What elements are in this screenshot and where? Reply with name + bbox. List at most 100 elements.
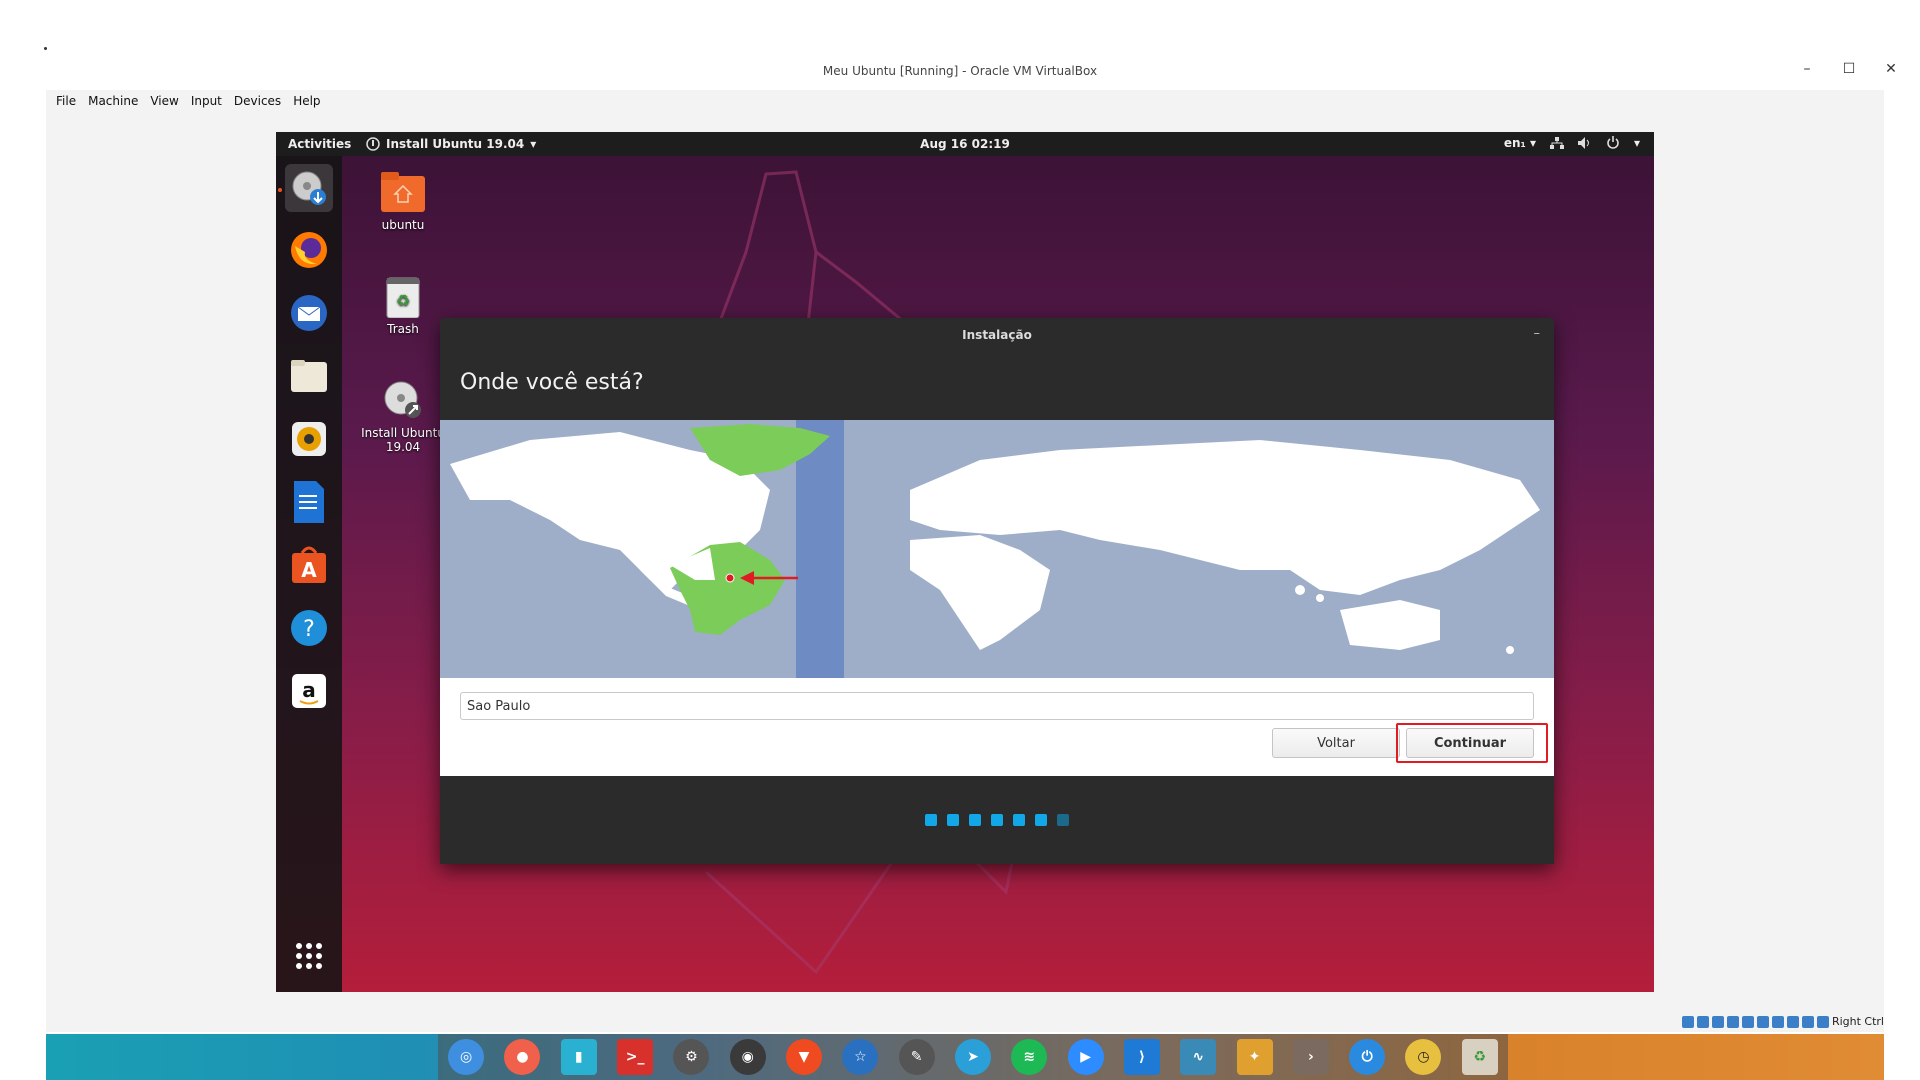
- desktop-icon-label: ubuntu: [381, 218, 425, 232]
- dock-rhythmbox[interactable]: [285, 415, 333, 463]
- svg-text:a: a: [302, 678, 316, 702]
- dock-amazon[interactable]: a: [285, 667, 333, 715]
- host-taskbar: ◎ ● ▮ >_ ⚙ ◉ ▼ ☆ ✎ ➤ ≋ ▶ ⟩ ∿ ✦ › ⏻ ◷ ♻: [46, 1034, 1884, 1080]
- system-tray: en₁ ▾ ▾: [1504, 136, 1640, 150]
- svg-text:?: ?: [303, 617, 315, 642]
- window-title: Meu Ubuntu [Running] - Oracle VM Virtual…: [822, 64, 1098, 78]
- desktop-icon-installer[interactable]: Install Ubuntu 19.04: [358, 378, 448, 454]
- dialog-minimize-button[interactable]: –: [1534, 326, 1541, 341]
- menu-view[interactable]: View: [150, 94, 178, 108]
- document-icon: [294, 481, 324, 523]
- system-monitor-icon[interactable]: ∿: [1180, 1039, 1217, 1075]
- dock-show-applications[interactable]: [285, 932, 333, 980]
- svg-text:A: A: [301, 558, 317, 582]
- desktop-icon-label: Install Ubuntu 19.04: [361, 426, 445, 454]
- back-button[interactable]: Voltar: [1272, 728, 1400, 758]
- keyboard-layout[interactable]: en₁ ▾: [1504, 136, 1536, 150]
- trash-icon[interactable]: ♻: [1461, 1039, 1498, 1075]
- app-grid-icon: [296, 943, 322, 969]
- menu-input[interactable]: Input: [191, 94, 222, 108]
- clock[interactable]: Aug 16 02:19: [276, 137, 1654, 151]
- power-icon[interactable]: [1606, 136, 1620, 150]
- menu-devices[interactable]: Devices: [234, 94, 281, 108]
- page-title: Onde você está?: [460, 370, 644, 395]
- home-folder-icon: [381, 172, 425, 212]
- telegram-icon[interactable]: ➤: [954, 1039, 991, 1075]
- firefox-icon: [291, 232, 327, 268]
- hdd-status-icon[interactable]: [1681, 1015, 1694, 1028]
- progress-dot: [1057, 814, 1069, 826]
- progress-dot: [925, 814, 937, 826]
- dock-thunderbird[interactable]: [285, 289, 333, 337]
- desktop-icon-trash[interactable]: ♻ Trash: [358, 274, 448, 336]
- desktop-icon-label: Trash: [387, 322, 419, 336]
- continue-button[interactable]: Continuar: [1406, 728, 1534, 758]
- window-dot: [44, 47, 47, 50]
- maximize-button[interactable]: ☐: [1840, 60, 1858, 78]
- installer-disc-icon: [384, 381, 421, 418]
- zoom-icon[interactable]: ▶: [1067, 1039, 1104, 1075]
- star-icon[interactable]: ☆: [842, 1039, 879, 1075]
- window-controls: – ☐ ✕: [1798, 60, 1900, 78]
- dock-installer[interactable]: [285, 164, 333, 212]
- desktop-icon-home[interactable]: ubuntu: [358, 170, 448, 232]
- ubuntu-dock: A ? a: [276, 156, 342, 992]
- progress-dot: [1013, 814, 1025, 826]
- guest-screen[interactable]: Activities Install Ubuntu 19.04 ▾ Aug 16…: [276, 132, 1654, 992]
- location-pin-icon: [725, 573, 735, 583]
- network-icon[interactable]: [1549, 137, 1564, 149]
- display-status-icon[interactable]: [1771, 1015, 1784, 1028]
- installer-disc-icon: [292, 171, 326, 205]
- dock-help[interactable]: ?: [285, 604, 333, 652]
- world-map: [450, 420, 1540, 678]
- steam-icon[interactable]: ◉: [729, 1039, 766, 1075]
- folder-icon: [291, 360, 327, 392]
- svg-text:♻: ♻: [396, 291, 410, 310]
- spotify-icon[interactable]: ≋: [1011, 1039, 1048, 1075]
- fan-control-icon[interactable]: ✦: [1236, 1039, 1273, 1075]
- selected-timezone-band: [796, 420, 844, 678]
- network-status-icon[interactable]: [1726, 1015, 1739, 1028]
- minimize-button[interactable]: –: [1798, 60, 1816, 78]
- screen-recorder-icon[interactable]: ●: [504, 1039, 541, 1075]
- dock-writer[interactable]: [285, 478, 333, 526]
- usb-status-icon[interactable]: [1741, 1015, 1754, 1028]
- chevron-down-icon[interactable]: ▾: [1634, 136, 1640, 150]
- help-icon: ?: [291, 610, 327, 646]
- installer-dialog: Instalação – Onde você está? Sao Paulo V…: [440, 318, 1554, 864]
- speaker-icon: [292, 422, 326, 456]
- timezone-map[interactable]: [440, 420, 1554, 678]
- shared-folder-status-icon[interactable]: [1756, 1015, 1769, 1028]
- arrow-icon[interactable]: ›: [1292, 1039, 1329, 1075]
- vscode-icon[interactable]: ⟩: [1123, 1039, 1160, 1075]
- gnome-topbar: Activities Install Ubuntu 19.04 ▾ Aug 16…: [276, 132, 1654, 156]
- menu-file[interactable]: File: [56, 94, 76, 108]
- terminal-icon[interactable]: >_: [617, 1039, 654, 1075]
- menu-help[interactable]: Help: [293, 94, 320, 108]
- clipboard-icon[interactable]: ▮: [560, 1039, 597, 1075]
- volume-icon[interactable]: [1577, 137, 1592, 149]
- menu-machine[interactable]: Machine: [88, 94, 138, 108]
- clock-widget-icon[interactable]: ◷: [1405, 1039, 1442, 1075]
- dock-firefox[interactable]: [285, 226, 333, 274]
- brave-icon[interactable]: ▼: [786, 1039, 823, 1075]
- city-input[interactable]: [460, 692, 1534, 720]
- mouse-status-icon[interactable]: [1816, 1015, 1829, 1028]
- cpu-status-icon[interactable]: [1801, 1015, 1814, 1028]
- optical-status-icon[interactable]: [1696, 1015, 1709, 1028]
- recording-status-icon[interactable]: [1786, 1015, 1799, 1028]
- progress-dot: [969, 814, 981, 826]
- power-icon[interactable]: ⏻: [1349, 1039, 1386, 1075]
- cinnamon-icon[interactable]: ◎: [448, 1039, 485, 1075]
- virtualbox-menubar: File Machine View Input Devices Help: [46, 90, 1884, 112]
- close-button[interactable]: ✕: [1882, 60, 1900, 78]
- dock-software[interactable]: A: [285, 541, 333, 589]
- shopping-bag-icon: A: [292, 546, 326, 583]
- gimp-icon[interactable]: ✎: [898, 1039, 935, 1075]
- amazon-icon: a: [292, 674, 326, 708]
- land-australia: [1340, 600, 1440, 650]
- host-key-label: Right Ctrl: [1831, 1015, 1884, 1028]
- settings-icon[interactable]: ⚙: [673, 1039, 710, 1075]
- audio-status-icon[interactable]: [1711, 1015, 1724, 1028]
- dock-files[interactable]: [285, 352, 333, 400]
